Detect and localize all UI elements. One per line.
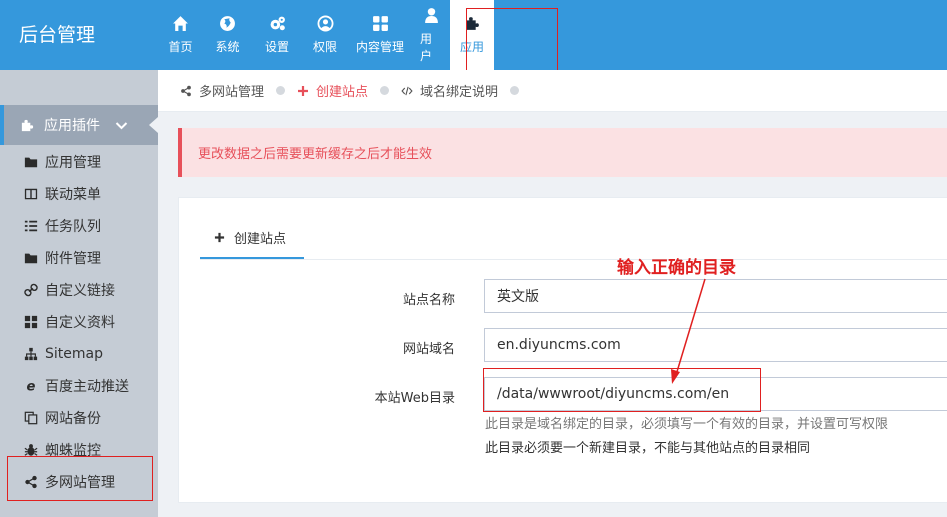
breadcrumb-separator	[380, 86, 390, 95]
sidebar-item-backup[interactable]: 网站备份	[0, 402, 158, 434]
nav-label: 首页	[168, 40, 193, 54]
nav-label: 设置	[264, 40, 289, 54]
sidebar-item-sitemap[interactable]: Sitemap	[0, 338, 158, 370]
annotation-text: 输入正确的目录	[617, 258, 736, 278]
plus-icon	[214, 232, 225, 243]
sidebar-section-label: 应用插件	[44, 118, 100, 134]
sidebar-item-label: 多网站管理	[45, 475, 115, 491]
sidebar-item-app-manage[interactable]: 应用管理	[0, 146, 158, 178]
sidebar-item-label: 网站备份	[45, 411, 101, 427]
tab-divider	[200, 259, 947, 260]
user-icon	[424, 7, 438, 23]
user-circle-icon	[317, 15, 333, 32]
domain-input[interactable]: en.diyuncms.com	[484, 328, 947, 362]
nav-label: 应用	[459, 40, 484, 54]
sidebar: 应用插件 应用管理 联动菜单 任务队列 附件管理 自定义链接 自定义资料 Sit…	[0, 70, 158, 517]
chevron-down-icon	[115, 122, 128, 130]
domain-label: 网站域名	[402, 342, 455, 357]
ie-icon: e	[27, 379, 36, 393]
share-icon	[25, 475, 37, 489]
nav-label: 内容管理	[356, 40, 405, 54]
nav-apps[interactable]: 应用	[450, 0, 494, 70]
breadcrumb-separator	[510, 86, 520, 95]
sidebar-item-baidu-push[interactable]: e 百度主动推送	[0, 370, 158, 402]
sidebar-item-label: 应用管理	[45, 155, 101, 171]
sitemap-icon	[24, 347, 38, 361]
code-icon	[401, 86, 413, 95]
breadcrumb-multisite[interactable]: 多网站管理	[180, 81, 264, 100]
sidebar-item-label: Sitemap	[45, 346, 103, 362]
globe-icon	[220, 16, 235, 31]
nav-label: 权限	[312, 40, 337, 54]
list-icon	[24, 220, 38, 232]
sidebar-section-header[interactable]: 应用插件	[0, 105, 158, 145]
th-icon	[24, 315, 38, 329]
sidebar-item-label: 自定义链接	[45, 283, 115, 299]
nav-permissions[interactable]: 权限	[302, 0, 348, 70]
site-name-input[interactable]: 英文版	[484, 279, 947, 313]
breadcrumb-label: 域名绑定说明	[420, 85, 499, 100]
top-header: 后台管理 首页 系统 设置 权限 内容管理 用户 应用	[0, 0, 947, 70]
puzzle-icon	[21, 119, 34, 131]
sidebar-item-custom-links[interactable]: 自定义链接	[0, 274, 158, 306]
active-notch	[149, 117, 158, 133]
sidebar-item-label: 任务队列	[45, 219, 101, 235]
link-icon	[24, 283, 38, 297]
top-nav: 首页 系统 设置 权限 内容管理 用户 应用	[158, 0, 494, 70]
columns-icon	[24, 188, 38, 200]
nav-settings[interactable]: 设置	[252, 0, 302, 70]
tab-label: 创建站点	[234, 232, 287, 247]
nav-label: 用户	[420, 31, 433, 63]
folder-icon	[24, 253, 38, 264]
brand-title: 后台管理	[19, 24, 96, 46]
webdir-help-text-2: 此目录必须要一个新建目录，不能与其他站点的目录相同	[485, 441, 811, 456]
create-site-panel: 创建站点 站点名称 英文版 网站域名 en.diyuncms.com 本站Web…	[178, 197, 947, 503]
cache-alert: 更改数据之后需要更新缓存之后才能生效	[178, 128, 947, 177]
home-icon	[173, 16, 188, 31]
site-name-label: 站点名称	[402, 293, 455, 308]
webdir-input[interactable]: /data/wwwroot/diyuncms.com/en	[484, 377, 947, 411]
sidebar-item-label: 联动菜单	[45, 187, 101, 203]
breadcrumb-label: 创建站点	[316, 85, 369, 100]
sidebar-item-multisite[interactable]: 多网站管理	[0, 466, 158, 498]
sidebar-item-linkage-menu[interactable]: 联动菜单	[0, 178, 158, 210]
breadcrumb-label: 多网站管理	[199, 85, 265, 100]
breadcrumb-separator	[276, 86, 286, 95]
folder-icon	[24, 157, 38, 168]
sidebar-list: 应用管理 联动菜单 任务队列 附件管理 自定义链接 自定义资料 Sitemap …	[0, 146, 158, 498]
nav-users[interactable]: 用户	[412, 0, 450, 70]
bug-icon	[24, 444, 38, 456]
nav-home[interactable]: 首页	[158, 0, 203, 70]
grid-icon	[372, 16, 388, 31]
webdir-label: 本站Web目录	[374, 391, 455, 406]
nav-content[interactable]: 内容管理	[348, 0, 412, 70]
tab-create-site[interactable]: 创建站点	[200, 218, 304, 260]
breadcrumb: 多网站管理 创建站点 域名绑定说明	[158, 70, 947, 112]
breadcrumb-domain-help[interactable]: 域名绑定说明	[401, 81, 498, 100]
sidebar-item-custom-data[interactable]: 自定义资料	[0, 306, 158, 338]
sidebar-item-label: 附件管理	[45, 251, 101, 267]
copy-icon	[24, 411, 38, 425]
sidebar-item-label: 自定义资料	[45, 315, 115, 331]
nav-system[interactable]: 系统	[203, 0, 252, 70]
sidebar-item-label: 百度主动推送	[45, 379, 129, 395]
gears-icon	[270, 16, 285, 31]
plus-icon	[298, 85, 309, 96]
share-icon	[181, 85, 191, 96]
svg-text:e: e	[27, 379, 36, 393]
puzzle-icon	[465, 17, 479, 30]
sidebar-item-spider-monitor[interactable]: 蜘蛛监控	[0, 434, 158, 466]
nav-label: 系统	[215, 40, 240, 54]
sidebar-item-attachments[interactable]: 附件管理	[0, 242, 158, 274]
sidebar-item-task-queue[interactable]: 任务队列	[0, 210, 158, 242]
breadcrumb-create-site[interactable]: 创建站点	[297, 81, 368, 100]
sidebar-item-label: 蜘蛛监控	[45, 443, 101, 459]
webdir-help-text: 此目录是域名绑定的目录，必须填写一个有效的目录，并设置可写权限	[485, 417, 889, 432]
